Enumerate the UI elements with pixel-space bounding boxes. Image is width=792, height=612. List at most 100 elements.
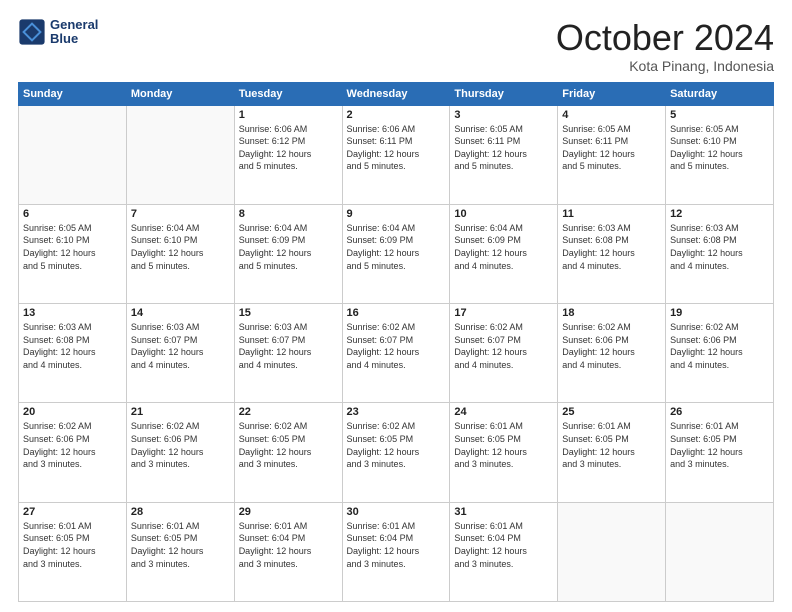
day-info: Sunrise: 6:01 AM Sunset: 6:05 PM Dayligh…	[23, 520, 122, 570]
day-number: 9	[347, 208, 446, 220]
day-info: Sunrise: 6:06 AM Sunset: 6:11 PM Dayligh…	[347, 123, 446, 173]
day-info: Sunrise: 6:02 AM Sunset: 6:06 PM Dayligh…	[670, 321, 769, 371]
day-number: 15	[239, 307, 338, 319]
table-row: 5 Sunrise: 6:05 AM Sunset: 6:10 PM Daylig…	[666, 105, 774, 204]
day-info: Sunrise: 6:01 AM Sunset: 6:05 PM Dayligh…	[670, 420, 769, 470]
weekday-header-row: Sunday Monday Tuesday Wednesday Thursday…	[19, 82, 774, 105]
day-info: Sunrise: 6:02 AM Sunset: 6:05 PM Dayligh…	[347, 420, 446, 470]
header-thursday: Thursday	[450, 82, 558, 105]
day-info: Sunrise: 6:03 AM Sunset: 6:08 PM Dayligh…	[562, 222, 661, 272]
table-row: 28 Sunrise: 6:01 AM Sunset: 6:05 PM Dayli…	[126, 502, 234, 601]
table-row	[19, 105, 127, 204]
table-row	[666, 502, 774, 601]
day-number: 5	[670, 109, 769, 121]
day-info: Sunrise: 6:04 AM Sunset: 6:09 PM Dayligh…	[347, 222, 446, 272]
day-number: 7	[131, 208, 230, 220]
logo-text: General Blue	[50, 18, 98, 47]
day-info: Sunrise: 6:03 AM Sunset: 6:07 PM Dayligh…	[131, 321, 230, 371]
day-info: Sunrise: 6:05 AM Sunset: 6:11 PM Dayligh…	[562, 123, 661, 173]
table-row: 11 Sunrise: 6:03 AM Sunset: 6:08 PM Dayli…	[558, 204, 666, 303]
day-number: 10	[454, 208, 553, 220]
day-info: Sunrise: 6:02 AM Sunset: 6:06 PM Dayligh…	[131, 420, 230, 470]
day-info: Sunrise: 6:02 AM Sunset: 6:07 PM Dayligh…	[347, 321, 446, 371]
logo-line2: Blue	[50, 32, 98, 46]
header-sunday: Sunday	[19, 82, 127, 105]
day-number: 13	[23, 307, 122, 319]
day-number: 27	[23, 506, 122, 518]
day-number: 14	[131, 307, 230, 319]
day-number: 26	[670, 406, 769, 418]
day-info: Sunrise: 6:01 AM Sunset: 6:05 PM Dayligh…	[562, 420, 661, 470]
day-number: 19	[670, 307, 769, 319]
table-row: 21 Sunrise: 6:02 AM Sunset: 6:06 PM Dayli…	[126, 403, 234, 502]
day-info: Sunrise: 6:05 AM Sunset: 6:10 PM Dayligh…	[670, 123, 769, 173]
day-number: 21	[131, 406, 230, 418]
table-row: 3 Sunrise: 6:05 AM Sunset: 6:11 PM Daylig…	[450, 105, 558, 204]
table-row: 2 Sunrise: 6:06 AM Sunset: 6:11 PM Daylig…	[342, 105, 450, 204]
day-number: 29	[239, 506, 338, 518]
location-subtitle: Kota Pinang, Indonesia	[556, 58, 774, 74]
header: General Blue October 2024 Kota Pinang, I…	[18, 18, 774, 74]
table-row	[558, 502, 666, 601]
table-row: 26 Sunrise: 6:01 AM Sunset: 6:05 PM Dayli…	[666, 403, 774, 502]
day-number: 11	[562, 208, 661, 220]
table-row: 17 Sunrise: 6:02 AM Sunset: 6:07 PM Dayli…	[450, 304, 558, 403]
calendar-week-row: 27 Sunrise: 6:01 AM Sunset: 6:05 PM Dayli…	[19, 502, 774, 601]
calendar-week-row: 20Sunrise: 6:02 AM Sunset: 6:06 PM Dayli…	[19, 403, 774, 502]
day-number: 31	[454, 506, 553, 518]
table-row: 25 Sunrise: 6:01 AM Sunset: 6:05 PM Dayli…	[558, 403, 666, 502]
table-row: 4 Sunrise: 6:05 AM Sunset: 6:11 PM Daylig…	[558, 105, 666, 204]
day-info: Sunrise: 6:03 AM Sunset: 6:08 PM Dayligh…	[670, 222, 769, 272]
table-row: 22Sunrise: 6:02 AM Sunset: 6:05 PM Dayli…	[234, 403, 342, 502]
logo-icon	[18, 18, 46, 46]
title-block: October 2024 Kota Pinang, Indonesia	[556, 18, 774, 74]
day-info: Sunrise: 6:02 AM Sunset: 6:07 PM Dayligh…	[454, 321, 553, 371]
day-number: 23	[347, 406, 446, 418]
calendar-table: Sunday Monday Tuesday Wednesday Thursday…	[18, 82, 774, 602]
logo-line1: General	[50, 18, 98, 32]
day-info: Sunrise: 6:03 AM Sunset: 6:08 PM Dayligh…	[23, 321, 122, 371]
day-info: Sunrise: 6:04 AM Sunset: 6:09 PM Dayligh…	[239, 222, 338, 272]
table-row: 8 Sunrise: 6:04 AM Sunset: 6:09 PM Daylig…	[234, 204, 342, 303]
table-row: 14 Sunrise: 6:03 AM Sunset: 6:07 PM Dayli…	[126, 304, 234, 403]
day-info: Sunrise: 6:03 AM Sunset: 6:07 PM Dayligh…	[239, 321, 338, 371]
day-number: 24	[454, 406, 553, 418]
table-row: 16 Sunrise: 6:02 AM Sunset: 6:07 PM Dayli…	[342, 304, 450, 403]
day-number: 12	[670, 208, 769, 220]
table-row: 7Sunrise: 6:04 AM Sunset: 6:10 PM Daylig…	[126, 204, 234, 303]
header-wednesday: Wednesday	[342, 82, 450, 105]
day-info: Sunrise: 6:06 AM Sunset: 6:12 PM Dayligh…	[239, 123, 338, 173]
day-number: 17	[454, 307, 553, 319]
day-info: Sunrise: 6:02 AM Sunset: 6:06 PM Dayligh…	[562, 321, 661, 371]
day-number: 2	[347, 109, 446, 121]
day-number: 30	[347, 506, 446, 518]
day-info: Sunrise: 6:01 AM Sunset: 6:04 PM Dayligh…	[347, 520, 446, 570]
day-info: Sunrise: 6:02 AM Sunset: 6:05 PM Dayligh…	[239, 420, 338, 470]
day-number: 8	[239, 208, 338, 220]
day-number: 1	[239, 109, 338, 121]
day-info: Sunrise: 6:01 AM Sunset: 6:05 PM Dayligh…	[131, 520, 230, 570]
table-row: 29Sunrise: 6:01 AM Sunset: 6:04 PM Dayli…	[234, 502, 342, 601]
header-saturday: Saturday	[666, 82, 774, 105]
day-number: 18	[562, 307, 661, 319]
table-row: 20Sunrise: 6:02 AM Sunset: 6:06 PM Dayli…	[19, 403, 127, 502]
day-number: 28	[131, 506, 230, 518]
table-row: 23 Sunrise: 6:02 AM Sunset: 6:05 PM Dayli…	[342, 403, 450, 502]
day-number: 25	[562, 406, 661, 418]
day-info: Sunrise: 6:01 AM Sunset: 6:05 PM Dayligh…	[454, 420, 553, 470]
day-number: 6	[23, 208, 122, 220]
header-monday: Monday	[126, 82, 234, 105]
calendar-body: 1 Sunrise: 6:06 AM Sunset: 6:12 PM Daylig…	[19, 105, 774, 601]
calendar-week-row: 13 Sunrise: 6:03 AM Sunset: 6:08 PM Dayli…	[19, 304, 774, 403]
day-number: 16	[347, 307, 446, 319]
day-info: Sunrise: 6:02 AM Sunset: 6:06 PM Dayligh…	[23, 420, 122, 470]
calendar-week-row: 6Sunrise: 6:05 AM Sunset: 6:10 PM Daylig…	[19, 204, 774, 303]
header-friday: Friday	[558, 82, 666, 105]
table-row: 15 Sunrise: 6:03 AM Sunset: 6:07 PM Dayli…	[234, 304, 342, 403]
day-info: Sunrise: 6:05 AM Sunset: 6:11 PM Dayligh…	[454, 123, 553, 173]
table-row: 13 Sunrise: 6:03 AM Sunset: 6:08 PM Dayli…	[19, 304, 127, 403]
table-row: 1 Sunrise: 6:06 AM Sunset: 6:12 PM Daylig…	[234, 105, 342, 204]
day-number: 4	[562, 109, 661, 121]
table-row: 10Sunrise: 6:04 AM Sunset: 6:09 PM Dayli…	[450, 204, 558, 303]
day-number: 3	[454, 109, 553, 121]
